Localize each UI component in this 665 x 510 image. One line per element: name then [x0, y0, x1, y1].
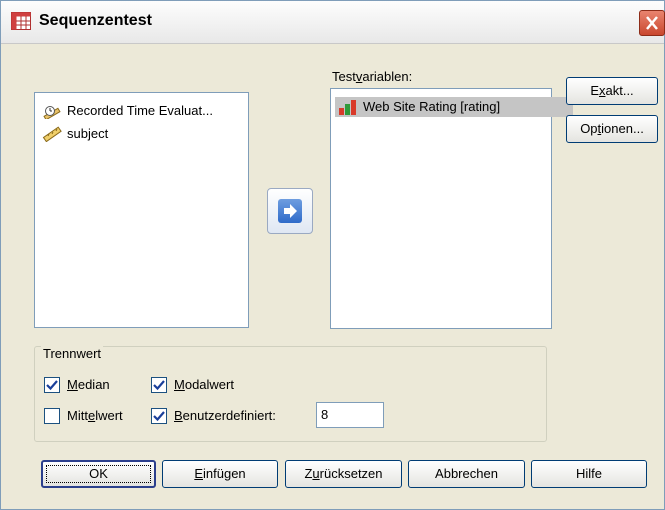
median-checkbox[interactable]: [44, 377, 60, 393]
cutpoint-legend: Trennwert: [41, 346, 104, 361]
focus-rectangle: [46, 465, 151, 483]
exact-button[interactable]: Exakt...: [566, 77, 658, 105]
list-item[interactable]: subject: [39, 124, 108, 144]
arrow-right-icon: [278, 199, 302, 223]
custom-checkbox[interactable]: [151, 408, 167, 424]
median-label[interactable]: Median: [67, 377, 110, 392]
list-item[interactable]: Web Site Rating [rating]: [335, 97, 573, 117]
cutpoint-group: [34, 346, 547, 442]
scale-time-icon: [43, 106, 61, 119]
custom-value-input[interactable]: 8: [316, 402, 384, 428]
sequenzentest-dialog: Sequenzentest Recorded Time Evaluat... s…: [0, 0, 665, 510]
table-icon: [11, 12, 31, 30]
window-title: Sequenzentest: [39, 12, 152, 29]
checkmark-icon: [153, 411, 165, 422]
mean-checkbox[interactable]: [44, 408, 60, 424]
options-button[interactable]: Optionen...: [566, 115, 658, 143]
title-bar[interactable]: Sequenzentest: [1, 1, 665, 44]
move-to-test-variables-button[interactable]: [267, 188, 313, 234]
test-variables-label: Testvariablen:: [332, 69, 413, 84]
mode-label[interactable]: Modalwert: [174, 377, 234, 392]
help-button[interactable]: Hilfe: [531, 460, 647, 488]
checkmark-icon: [46, 380, 58, 391]
close-icon: [646, 16, 658, 30]
test-variables-list[interactable]: Web Site Rating [rating]: [330, 88, 573, 329]
cancel-button[interactable]: Abbrechen: [408, 460, 525, 488]
list-item-label: Recorded Time Evaluat...: [67, 103, 213, 118]
ruler-icon: [42, 126, 62, 142]
reset-button[interactable]: Zurücksetzen: [285, 460, 402, 488]
ordinal-bar-icon: [339, 100, 356, 115]
ok-button[interactable]: OK: [41, 460, 156, 488]
list-item[interactable]: Recorded Time Evaluat...: [39, 101, 213, 121]
list-item-label: Web Site Rating [rating]: [363, 99, 501, 114]
custom-label[interactable]: Benutzerdefiniert:: [174, 408, 276, 423]
source-variable-list[interactable]: Recorded Time Evaluat... subject: [34, 92, 249, 328]
close-button[interactable]: [639, 10, 665, 36]
mode-checkbox[interactable]: [151, 377, 167, 393]
mean-label[interactable]: Mittelwert: [67, 408, 123, 423]
checkmark-icon: [153, 380, 165, 391]
paste-button[interactable]: Einfügen: [162, 460, 278, 488]
list-item-label: subject: [67, 126, 109, 141]
